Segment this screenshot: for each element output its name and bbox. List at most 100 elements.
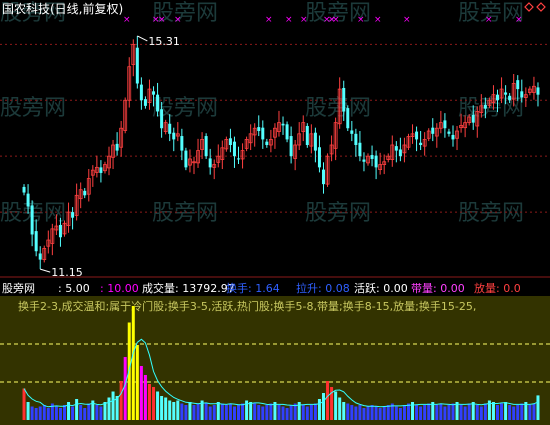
candle-body-down	[354, 133, 358, 145]
turnover-bar	[406, 403, 410, 420]
turnover-bar	[87, 403, 91, 420]
turnover-bar	[58, 408, 62, 420]
turnover-bar	[71, 406, 75, 420]
candle-body-down	[232, 141, 236, 157]
turnover-bar	[334, 391, 338, 420]
candle-body-down	[313, 132, 317, 151]
signal-marker: ×	[357, 15, 365, 25]
candle-body-down	[516, 80, 520, 90]
turnover-bar	[265, 405, 269, 420]
stock-chart: 股旁网股旁网股旁网股旁网股旁网股旁网股旁网股旁网股旁网股旁网股旁网股旁网股旁网股…	[0, 0, 550, 425]
turnover-bar	[249, 402, 253, 420]
candle-body-down	[83, 190, 87, 196]
candle-body-down	[346, 108, 350, 129]
turnover-bar	[75, 399, 79, 420]
turnover-bar	[394, 406, 398, 420]
turnover-bar	[34, 408, 38, 420]
turnover-bar	[354, 406, 358, 420]
indicator-bar: 股旁网: 5.00: 10.00 成交量: 13792.97换手: 1.64 拉升:…	[2, 281, 521, 295]
candle-body-down	[374, 155, 378, 168]
turnover-bar	[463, 406, 467, 420]
turnover-bar	[208, 406, 212, 420]
turnover-bar	[435, 405, 439, 420]
turnover-bar	[204, 403, 208, 420]
turnover-bar	[38, 406, 42, 420]
candle-body-down	[228, 138, 232, 145]
candle-body-down	[184, 150, 188, 168]
turnover-bar	[378, 408, 382, 420]
signal-marker: ×	[158, 15, 166, 25]
candle-body-down	[471, 114, 475, 123]
candle-body-down	[362, 159, 366, 162]
turnover-bar	[54, 406, 58, 420]
candle-body-down	[22, 186, 26, 193]
turnover-bar	[281, 406, 285, 420]
turnover-bar	[196, 403, 200, 420]
candle-body-down	[317, 147, 321, 168]
turnover-bar	[184, 405, 188, 420]
turnover-bar	[253, 403, 257, 420]
candle-body-down	[71, 212, 75, 218]
candle-body-down	[265, 141, 269, 145]
turnover-bar	[386, 405, 390, 420]
candle-body-down	[34, 231, 38, 252]
turnover-bar	[475, 405, 479, 420]
candle-body-down	[508, 95, 512, 101]
turnover-bar	[139, 366, 143, 420]
candle-body-down	[261, 127, 265, 140]
turnover-bar	[160, 396, 164, 420]
chart-title: 国农科技(日线,前复权)	[2, 1, 123, 16]
turnover-bar	[164, 397, 168, 420]
turnover-bar	[358, 405, 362, 420]
candle-body-down	[483, 104, 487, 109]
turnover-bar	[277, 405, 281, 420]
turnover-bar	[451, 403, 455, 420]
turnover-bar	[326, 381, 330, 420]
turnover-bar	[496, 405, 500, 420]
turnover-bar	[99, 406, 103, 420]
turnover-bar	[241, 403, 245, 420]
candle-body-down	[431, 127, 435, 134]
indicator-active: 活跃: 0.00	[354, 281, 408, 295]
turnover-bar	[504, 402, 508, 420]
candle-body-down	[30, 205, 34, 235]
high-label: 15.31	[148, 35, 180, 48]
turnover-bar	[491, 402, 495, 420]
turnover-bar	[382, 406, 386, 420]
turnover-bar	[301, 405, 305, 420]
turnover-bar	[152, 387, 156, 420]
candle-body-down	[281, 123, 285, 126]
watermark-text: 股旁网	[152, 201, 218, 226]
indicator-turn: 换手: 1.64	[226, 281, 280, 295]
turnover-bar	[415, 405, 419, 420]
turnover-bar	[317, 399, 321, 420]
signal-marker: ×	[123, 15, 131, 25]
candle-body-down	[99, 167, 103, 173]
turnover-bar	[119, 381, 123, 420]
turnover-bar	[305, 406, 309, 420]
turnover-bar	[257, 405, 261, 420]
turnover-bar	[95, 405, 99, 420]
indicator-belt: 带量: 0.00	[411, 282, 465, 295]
turnover-bar	[79, 405, 83, 420]
turnover-bar	[479, 406, 483, 420]
indicator-vol: 成交量: 13792.97	[142, 281, 235, 295]
turnover-bar	[220, 403, 224, 420]
candle-body-down	[237, 158, 241, 160]
turnover-bar	[366, 406, 370, 420]
turnover-bar	[370, 405, 374, 420]
turnover-bar	[443, 406, 447, 420]
turnover-bar	[42, 405, 46, 420]
turnover-bar	[536, 395, 540, 420]
candle-body-down	[208, 158, 212, 168]
candle-body-down	[180, 136, 184, 151]
candle-body-down	[38, 253, 42, 260]
candle-body-down	[443, 120, 447, 129]
candle-body-down	[419, 142, 423, 145]
turnover-bar	[483, 403, 487, 420]
watermark-text: 股旁网	[0, 96, 66, 121]
turnover-bar	[261, 406, 265, 420]
turnover-bar	[398, 408, 402, 420]
turnover-bar	[439, 403, 443, 420]
turnover-bar	[309, 405, 313, 420]
